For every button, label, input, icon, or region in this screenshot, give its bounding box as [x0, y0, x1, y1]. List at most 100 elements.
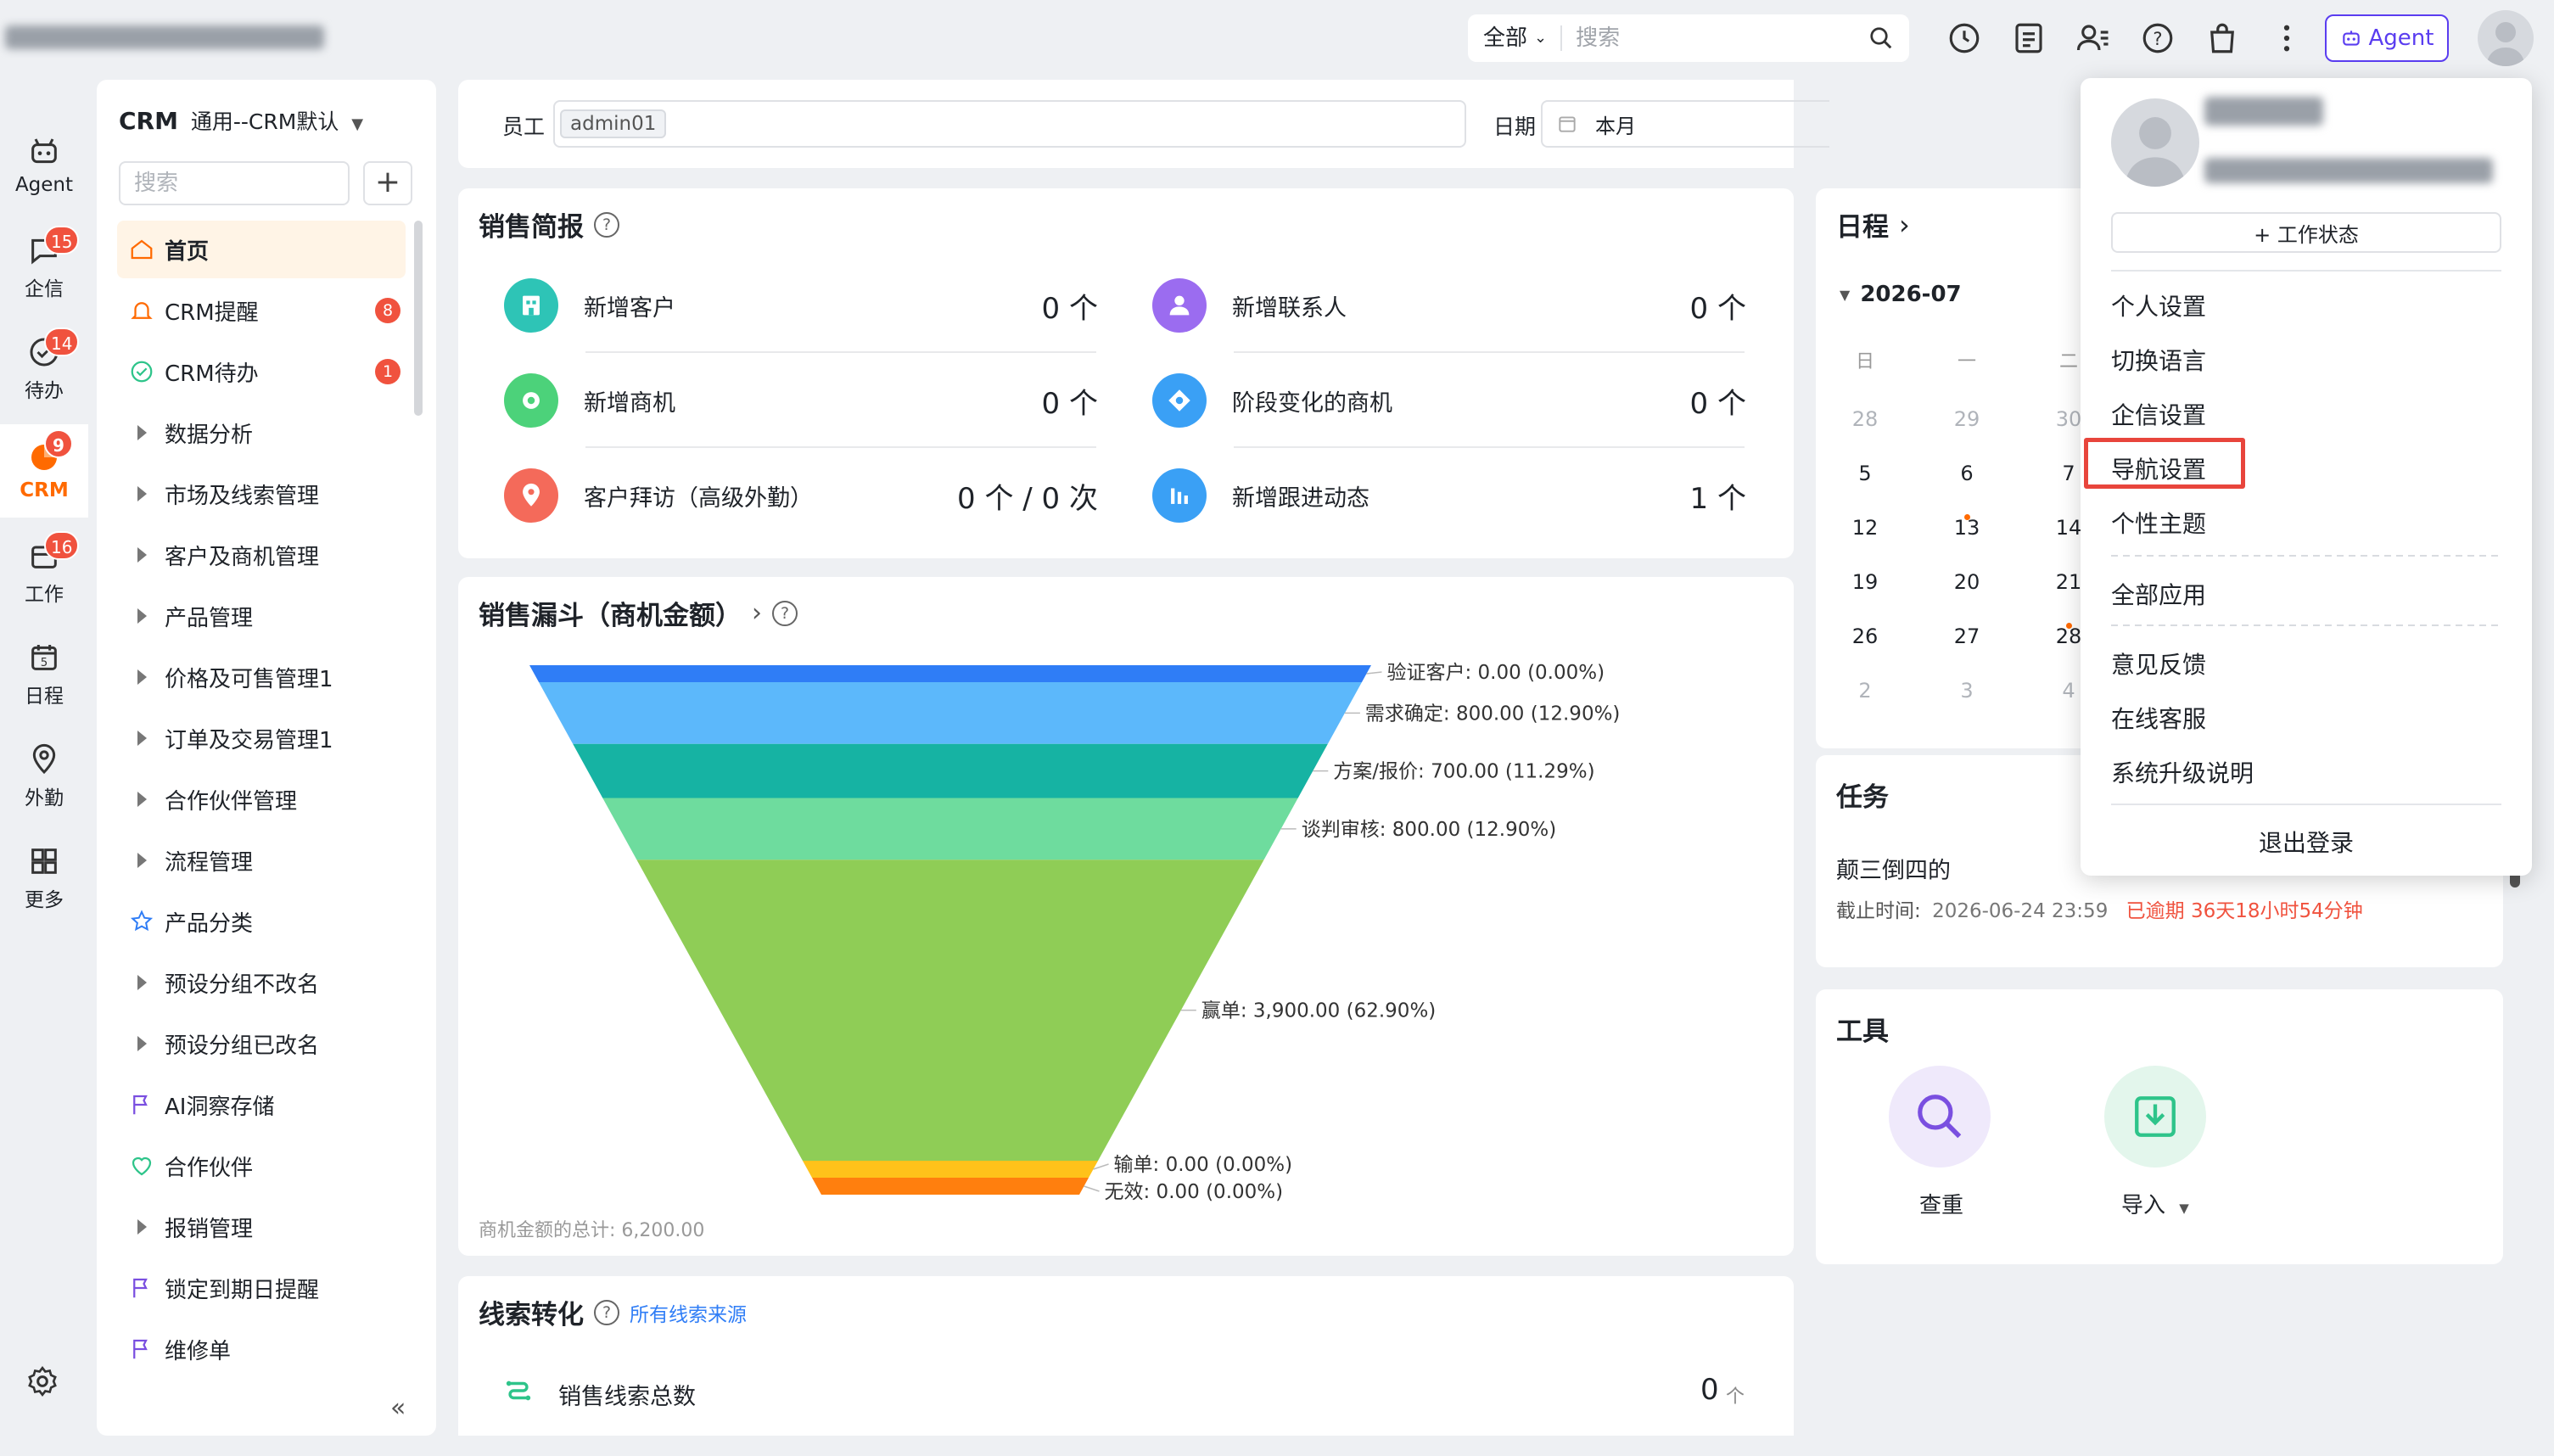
- sidebar-item[interactable]: 产品分类: [117, 893, 406, 950]
- search-scope-dropdown[interactable]: 全部 ⌄: [1468, 25, 1563, 51]
- logout-button[interactable]: 退出登录: [2081, 825, 2532, 859]
- rail-item-work[interactable]: 工作 16: [0, 526, 88, 619]
- caret-right-icon: [127, 792, 156, 807]
- calendar-day[interactable]: 6: [1941, 462, 1992, 485]
- sales-brief-title: 销售简报: [479, 212, 584, 243]
- lead-source-link[interactable]: 所有线索来源: [630, 1298, 747, 1327]
- funnel-stage[interactable]: [529, 665, 1371, 682]
- calendar-day[interactable]: 5: [1840, 462, 1890, 485]
- funnel-stage[interactable]: [602, 798, 1298, 860]
- import-dropdown[interactable]: 导入 ▼: [2121, 1188, 2189, 1219]
- stat-item[interactable]: 新增联系人 0 个: [1152, 258, 1746, 353]
- sidebar-item[interactable]: CRM待办 1: [117, 343, 406, 400]
- sidebar-item[interactable]: 合作伙伴管理: [117, 770, 406, 828]
- double-chevron-left-icon[interactable]: «: [390, 1393, 406, 1423]
- sidebar-item[interactable]: 产品管理: [117, 587, 406, 645]
- sidebar-item[interactable]: 维修单: [117, 1320, 406, 1378]
- stat-item[interactable]: 新增跟进动态 1 个: [1152, 448, 1746, 543]
- schedule-title[interactable]: 日程: [1836, 205, 1889, 244]
- rail-item-todo[interactable]: 待办 14: [0, 322, 88, 416]
- calendar-day[interactable]: 2: [1840, 679, 1890, 703]
- sidebar-item[interactable]: 报销管理: [117, 1198, 406, 1256]
- stat-item[interactable]: 新增商机 0 个: [504, 353, 1098, 448]
- sidebar-item[interactable]: 锁定到期日提醒: [117, 1259, 406, 1317]
- date-field[interactable]: 本月: [1541, 100, 1829, 148]
- funnel-stage-label: 无效: 0.00 (0.00%): [1105, 1181, 1284, 1203]
- gear-icon[interactable]: [25, 1364, 59, 1398]
- sidebar-item[interactable]: 数据分析: [117, 404, 406, 462]
- menu-item[interactable]: 系统升级说明: [2111, 755, 2254, 789]
- rail-item-agent[interactable]: Agent: [0, 119, 88, 212]
- chevron-right-icon[interactable]: ›: [1899, 209, 1910, 241]
- import-button[interactable]: [2104, 1066, 2206, 1168]
- report-icon[interactable]: [2011, 20, 2047, 56]
- rail-label: 企信: [25, 278, 64, 300]
- rail-item-calendar[interactable]: 5 日程: [0, 628, 88, 721]
- funnel-stage[interactable]: [636, 860, 1264, 1161]
- menu-item[interactable]: 切换语言: [2111, 343, 2206, 377]
- calendar-day[interactable]: 3: [1941, 679, 1992, 703]
- task-name[interactable]: 颠三倒四的: [1836, 852, 1951, 885]
- help-icon[interactable]: ?: [594, 1299, 619, 1325]
- sidebar-item[interactable]: 客户及商机管理: [117, 526, 406, 584]
- menu-item[interactable]: 在线客服: [2111, 701, 2206, 735]
- sidebar-scrollbar[interactable]: [414, 221, 423, 416]
- user-menu: + 工作状态 个人设置 切换语言 企信设置 导航设置 个性主题 全部应用 意见反馈 在线客服系…: [2081, 78, 2532, 876]
- calendar-day[interactable]: 12: [1840, 516, 1890, 540]
- calendar-day[interactable]: 29: [1941, 407, 1992, 431]
- rail-item-crm[interactable]: CRM 9: [0, 424, 88, 518]
- search-icon[interactable]: [1868, 25, 1894, 51]
- help-icon[interactable]: ?: [2140, 20, 2176, 56]
- left-rail: Agent 企信 15 待办 14 CRM 9 工作 16 5 日程 外勤 更多: [0, 76, 88, 1456]
- sidebar-item[interactable]: 合作伙伴: [117, 1137, 406, 1195]
- menu-item[interactable]: 全部应用: [2111, 577, 2206, 611]
- calendar-day[interactable]: 19: [1840, 570, 1890, 594]
- sidebar-item[interactable]: 首页: [117, 221, 406, 278]
- menu-item[interactable]: 个人设置: [2111, 288, 2206, 322]
- sidebar-item[interactable]: 价格及可售管理1: [117, 648, 406, 706]
- sidebar-item[interactable]: 流程管理: [117, 832, 406, 889]
- sidebar-search-input[interactable]: [119, 161, 350, 205]
- agent-button[interactable]: Agent: [2325, 14, 2449, 62]
- rail-item-chat[interactable]: 企信 15: [0, 221, 88, 314]
- month-selector[interactable]: ▼ 2026-07: [1840, 282, 1962, 307]
- stat-item[interactable]: 阶段变化的商机 0 个: [1152, 353, 1746, 448]
- calendar-day[interactable]: 20: [1941, 570, 1992, 594]
- sidebar-add-button[interactable]: +: [363, 161, 412, 205]
- menu-item[interactable]: 意见反馈: [2111, 647, 2206, 680]
- sidebar-item[interactable]: 市场及线索管理: [117, 465, 406, 523]
- bag-icon[interactable]: [2204, 20, 2240, 56]
- sidebar-item[interactable]: 预设分组不改名: [117, 954, 406, 1011]
- rail-item-more[interactable]: 更多: [0, 832, 88, 925]
- stat-item[interactable]: 新增客户 0 个: [504, 258, 1098, 353]
- contacts-icon[interactable]: [2075, 20, 2111, 56]
- funnel-stage-label: 需求确定: 800.00 (12.90%): [1365, 703, 1621, 725]
- stat-item[interactable]: 客户拜访（高级外勤） 0 个 / 0 次: [504, 448, 1098, 543]
- calendar-day[interactable]: 27: [1941, 624, 1992, 648]
- funnel-stage[interactable]: [802, 1161, 1099, 1178]
- user-avatar[interactable]: [2478, 10, 2534, 66]
- menu-item[interactable]: 企信设置: [2111, 397, 2206, 431]
- calendar-day[interactable]: 28: [1840, 407, 1890, 431]
- clock-icon[interactable]: [1946, 20, 1982, 56]
- funnel-stage[interactable]: [573, 743, 1328, 798]
- calendar-day[interactable]: 26: [1840, 624, 1890, 648]
- lead-metric-unit: 个: [1726, 1386, 1745, 1408]
- svg-text:?: ?: [2153, 29, 2162, 49]
- rail-item-field[interactable]: 外勤: [0, 730, 88, 823]
- sidebar-item[interactable]: 预设分组已改名: [117, 1015, 406, 1072]
- duplicate-check-button[interactable]: [1889, 1066, 1991, 1168]
- sidebar-item[interactable]: 订单及交易管理1: [117, 709, 406, 767]
- work-status-button[interactable]: + 工作状态: [2111, 212, 2501, 253]
- help-icon[interactable]: ?: [594, 211, 619, 238]
- employee-tag[interactable]: admin01: [560, 109, 667, 138]
- funnel-stage[interactable]: [539, 682, 1362, 744]
- sidebar-item[interactable]: CRM提醒 8: [117, 282, 406, 339]
- search-input[interactable]: [1562, 25, 1868, 51]
- employee-field[interactable]: admin01: [553, 100, 1466, 148]
- more-icon[interactable]: [2269, 20, 2305, 56]
- menu-item[interactable]: 个性主题: [2111, 506, 2206, 540]
- sidebar-item[interactable]: AI洞察存储: [117, 1076, 406, 1134]
- sidebar-title[interactable]: CRM 通用--CRM默认 ▼: [119, 105, 363, 136]
- funnel-stage[interactable]: [811, 1178, 1089, 1195]
